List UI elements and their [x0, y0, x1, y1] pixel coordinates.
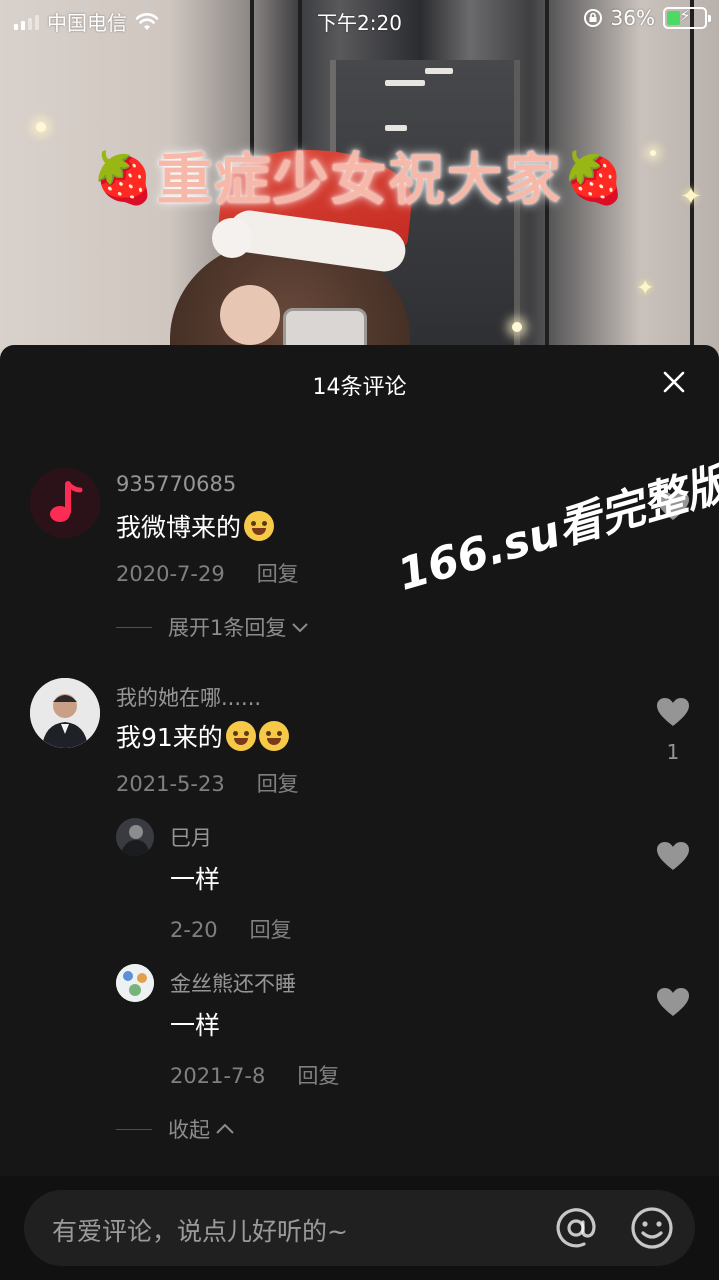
emoji-button[interactable]: [628, 1204, 676, 1252]
avatar[interactable]: [116, 964, 154, 1002]
music-note-icon: [30, 468, 100, 538]
avatar[interactable]: [116, 818, 154, 856]
strawberry-icon: 🍓: [92, 149, 157, 207]
expand-replies-button[interactable]: 展开1条回复: [116, 612, 310, 642]
user-photo-icon: [30, 678, 100, 748]
reply-meta: 2021-7-8 回复: [170, 1060, 339, 1090]
heart-icon: [657, 988, 689, 1016]
thinking-emoji-icon: [258, 721, 289, 751]
mention-button[interactable]: [552, 1204, 600, 1252]
rofl-emoji-icon: [244, 511, 275, 541]
reply-meta: 2-20 回复: [170, 914, 292, 944]
reply-date: 2-20: [170, 918, 218, 942]
status-bar: 中国电信 下午2:20 36% ⚡: [0, 0, 719, 40]
reply-username[interactable]: 巳月: [170, 822, 212, 852]
chevron-up-icon: [216, 1123, 234, 1134]
comment-meta: 2021-5-23 回复: [116, 768, 299, 798]
user-photo-icon: [116, 818, 154, 856]
comment-input[interactable]: 有爱评论，说点儿好听的~: [24, 1190, 695, 1266]
reply-button[interactable]: 回复: [297, 1064, 339, 1088]
strawberry-icon: 🍓: [562, 149, 627, 207]
battery-percent: 36%: [610, 6, 655, 30]
reply-text: 一样: [170, 865, 221, 894]
comment-date: 2020-7-29: [116, 562, 225, 586]
like-button[interactable]: [655, 840, 691, 876]
avatar[interactable]: [30, 678, 100, 748]
reply-button[interactable]: 回复: [257, 562, 299, 586]
battery-icon: ⚡: [663, 6, 711, 29]
close-icon: [663, 371, 685, 393]
comments-header: 14条评论: [0, 345, 719, 421]
reply-button[interactable]: 回复: [250, 918, 292, 942]
like-button[interactable]: [655, 986, 691, 1022]
like-count: 1: [666, 740, 680, 764]
person-face: [220, 285, 280, 345]
video-overlay-caption: 🍓重症少女祝大家🍓: [92, 148, 627, 213]
thinking-emoji-icon: [225, 721, 256, 751]
collapse-replies-button[interactable]: 收起: [116, 1114, 236, 1144]
comment-meta: 2020-7-29 回复: [116, 558, 299, 588]
smiley-icon: [631, 1207, 673, 1249]
comment-date: 2021-5-23: [116, 772, 225, 796]
heart-icon: [657, 698, 689, 726]
comment-input-bar: 有爱评论，说点儿好听的~: [0, 1176, 719, 1280]
reply-username[interactable]: 金丝熊还不睡: [170, 968, 296, 998]
heart-icon: [657, 842, 689, 870]
close-button[interactable]: [661, 369, 687, 395]
chevron-down-icon: [292, 623, 309, 633]
comment-input-placeholder: 有爱评论，说点儿好听的~: [52, 1217, 348, 1246]
comment-username[interactable]: 935770685: [116, 472, 236, 496]
comments-count-title: 14条评论: [312, 375, 407, 400]
at-sign-icon: [556, 1208, 596, 1248]
comment-username[interactable]: 我的她在哪......: [116, 682, 261, 712]
reply-button[interactable]: 回复: [257, 772, 299, 796]
user-photo-icon: [116, 964, 154, 1002]
comment-text: 我91来的: [116, 718, 289, 754]
sparkle-icon: ✦: [636, 276, 655, 301]
reply-date: 2021-7-8: [170, 1064, 266, 1088]
rotation-lock-icon: [583, 9, 602, 27]
reply-text: 一样: [170, 1011, 221, 1040]
avatar[interactable]: [30, 468, 100, 538]
like-button[interactable]: 1: [655, 696, 691, 764]
comment-text: 我微博来的: [116, 508, 275, 544]
